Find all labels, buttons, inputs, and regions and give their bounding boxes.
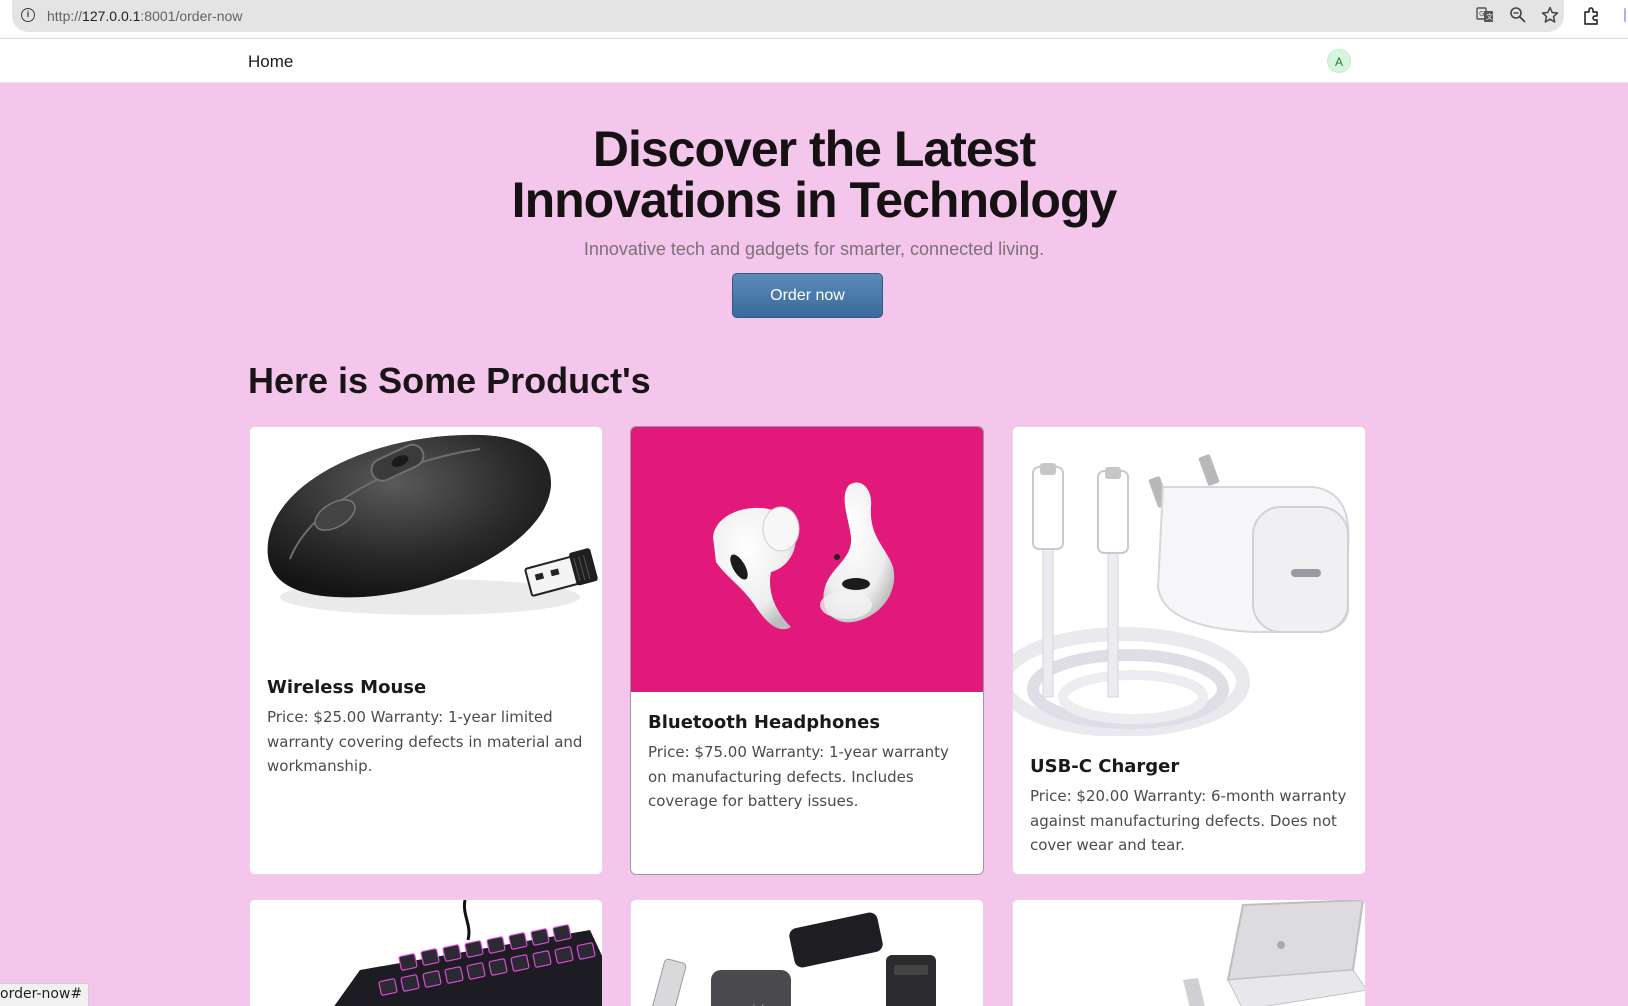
hero-subtitle: Innovative tech and gadgets for smarter,… <box>583 239 1045 259</box>
product-card-usb-c-charger[interactable]: USB-C Charger Price: $20.00 Warranty: 6-… <box>1012 426 1366 875</box>
product-card-bluetooth-headphones[interactable]: Bluetooth Headphones Price: $75.00 Warra… <box>630 426 984 875</box>
svg-text:G: G <box>1479 10 1484 18</box>
svg-text:文: 文 <box>1486 12 1493 21</box>
status-bar-link-preview: order-now# <box>0 983 90 1006</box>
product-card-keyboard[interactable] <box>249 899 603 1006</box>
external-drives-image: crucial <box>631 900 983 1006</box>
site-navbar: Home A <box>0 38 1628 83</box>
site-info-icon[interactable]: i <box>21 8 35 22</box>
profile-edge-indicator <box>1624 8 1626 22</box>
product-name: USB-C Charger <box>1030 756 1180 777</box>
nav-home-link[interactable]: Home <box>248 52 293 72</box>
products-section-title: Here is Some Product's <box>248 360 651 401</box>
product-description: Price: $25.00 Warranty: 1-year limited w… <box>267 708 583 775</box>
bookmark-star-icon[interactable] <box>1540 6 1560 26</box>
earbuds-image <box>631 427 983 692</box>
product-name: Bluetooth Headphones <box>648 712 881 733</box>
hero-title-line-2: Innovations in Technology <box>511 172 1118 228</box>
usb-c-charger-image <box>1013 427 1365 736</box>
translate-icon[interactable]: G文 <box>1475 6 1495 26</box>
hero-title-line-1: Discover the Latest <box>592 121 1036 177</box>
address-bar-url[interactable]: http://127.0.0.1:8001/order-now <box>47 8 242 24</box>
address-bar[interactable]: i http://127.0.0.1:8001/order-now G文 <box>12 0 1564 32</box>
wireless-mouse-image <box>250 427 602 657</box>
laptop-stand-image <box>1013 900 1365 1006</box>
browser-toolbar: i http://127.0.0.1:8001/order-now G文 <box>0 0 1628 38</box>
rgb-keyboard-image <box>250 900 602 1006</box>
extensions-puzzle-icon[interactable] <box>1582 6 1602 26</box>
hero-title: Discover the Latest Innovations in Techn… <box>414 124 1214 226</box>
product-card-laptop-stand[interactable] <box>1012 899 1366 1006</box>
zoom-icon[interactable] <box>1508 6 1528 26</box>
product-description: Price: $75.00 Warranty: 1-year warranty … <box>648 743 949 810</box>
product-card-wireless-mouse[interactable]: Wireless Mouse Price: $25.00 Warranty: 1… <box>249 426 603 875</box>
user-avatar[interactable]: A <box>1327 49 1351 73</box>
product-name: Wireless Mouse <box>267 677 427 698</box>
order-now-button[interactable]: Order now <box>732 273 883 318</box>
product-card-external-drives[interactable]: crucial <box>630 899 984 1006</box>
product-description: Price: $20.00 Warranty: 6-month warranty… <box>1030 787 1347 854</box>
